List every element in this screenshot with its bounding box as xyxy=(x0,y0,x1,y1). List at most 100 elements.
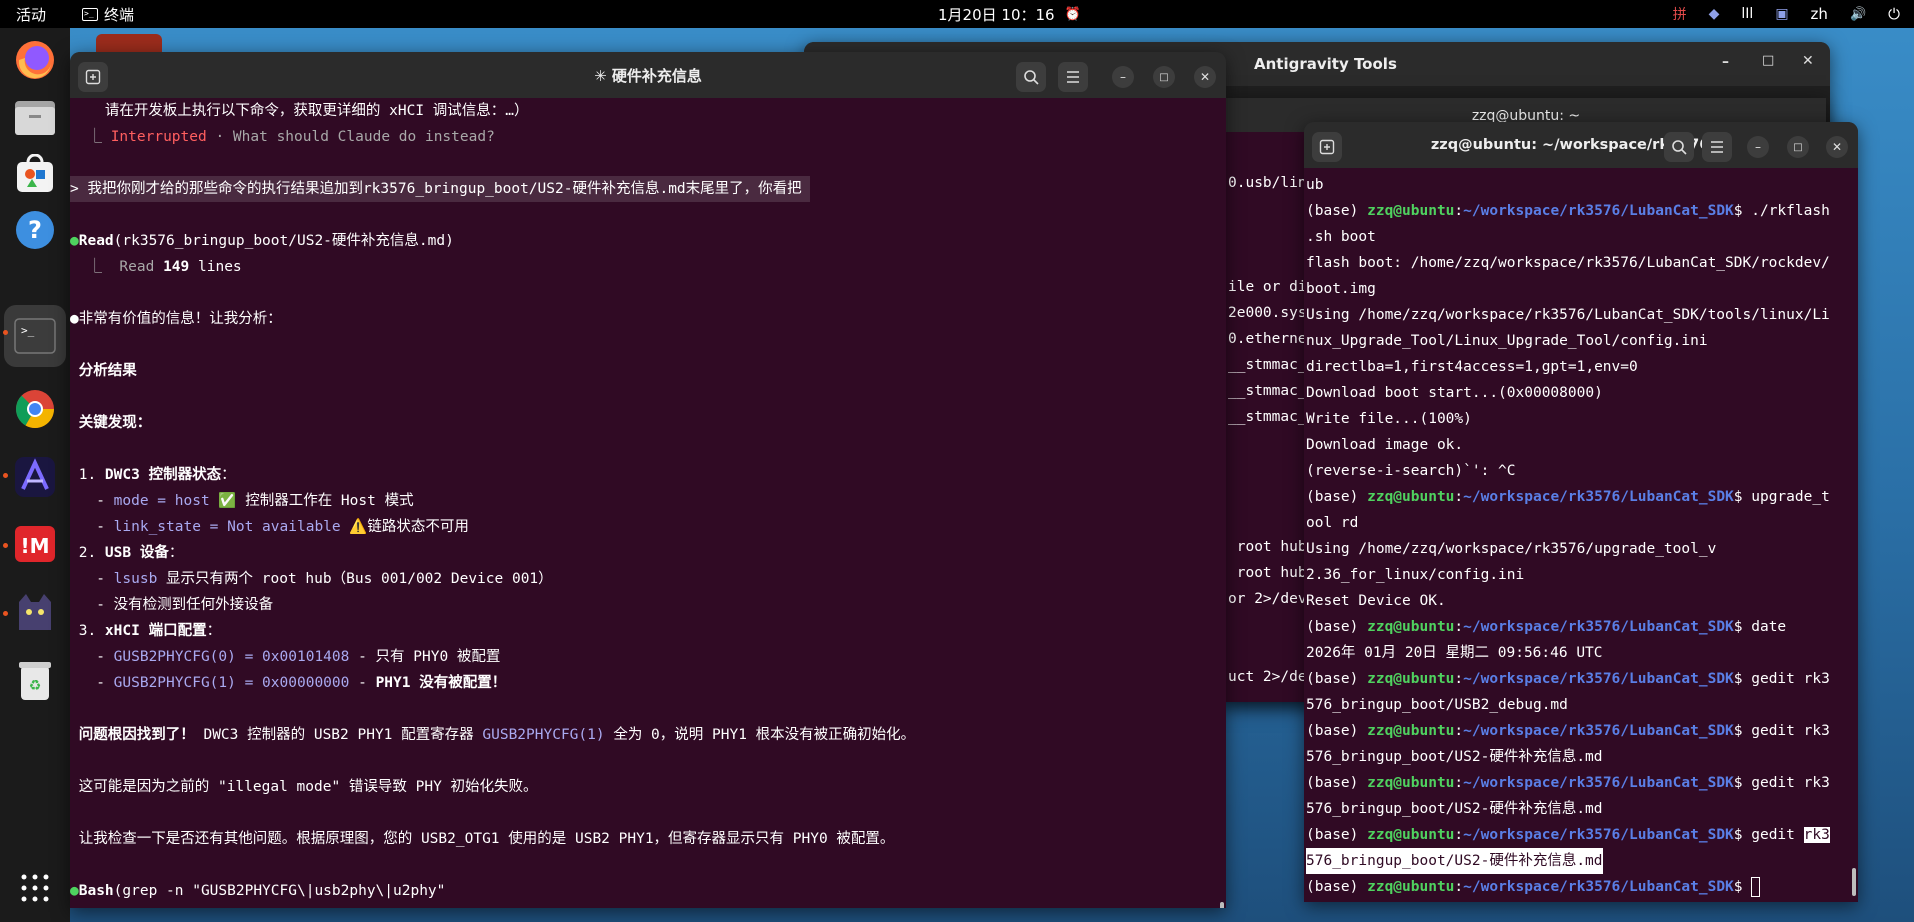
bg-line: uct 2>/de xyxy=(1228,669,1306,685)
close-button[interactable]: ✕ xyxy=(1826,136,1848,158)
minimize-icon[interactable]: – xyxy=(1722,54,1729,70)
search-button[interactable] xyxy=(1664,132,1694,162)
output-line: Download boot start...(0x00008000) xyxy=(1306,385,1603,401)
menu-button[interactable] xyxy=(1058,62,1088,92)
tool-call-bash: ●Bash(grep -n "GUSB2PHYCFG\|usb2phy\|u2p… xyxy=(70,883,446,899)
menu-button[interactable] xyxy=(1702,132,1732,162)
list-item: - mode = host ✅ 控制器工作在 Host 模式 xyxy=(70,493,414,509)
status-dot-icon: ● xyxy=(70,311,79,327)
output-line: 2.36_for_linux/config.ini xyxy=(1306,567,1525,583)
svg-text:?: ? xyxy=(28,216,42,244)
output-line: Using /home/zzq/workspace/rk3576/LubanCa… xyxy=(1306,307,1830,323)
selected-text[interactable]: 576_bringup_boot/US2-硬件补充信息.md xyxy=(1306,848,1603,874)
paragraph-line: 让我检查一下是否还有其他问题。根据原理图，您的 USB2_OTG1 使用的是 U… xyxy=(70,831,895,847)
list-item: 3. xHCI 端口配置： xyxy=(70,623,222,639)
running-indicator xyxy=(3,473,8,478)
output-line: Download image ok. xyxy=(1306,437,1464,453)
maximize-icon: □ xyxy=(1793,141,1803,153)
antigravity-icon[interactable] xyxy=(11,453,59,501)
list-item: - link_state = Not available ⚠️链路状态不可用 xyxy=(70,519,469,535)
output-line: 576_bringup_boot/US2-硬件补充信息.md xyxy=(1306,801,1603,817)
running-indicator xyxy=(3,543,8,548)
activities-button[interactable]: 活动 xyxy=(16,0,46,28)
bg-line: 0.usb/lin xyxy=(1228,175,1306,191)
bg-line: root hub xyxy=(1228,565,1306,581)
software-center-icon[interactable] xyxy=(11,150,59,198)
input-method-red-icon[interactable]: 拼 xyxy=(1673,4,1687,24)
list-item: - 没有检测到任何外接设备 xyxy=(70,597,274,613)
output-line: 576_bringup_boot/USB2_debug.md xyxy=(1306,697,1568,713)
hamburger-icon xyxy=(1067,71,1079,83)
tool-result-line: ⎿ Read 149 lines xyxy=(70,259,242,275)
prompt-line: (base) zzq@ubuntu:~/workspace/rk3576/Lub… xyxy=(1306,874,1761,900)
alarm-icon: ⏰ xyxy=(1064,6,1081,22)
system-tray[interactable]: 拼 ◆ lIl ▣ zh 🔊 ⏻ xyxy=(1673,0,1900,28)
sdk-terminal-window[interactable]: zzq@ubuntu: ~/workspace/rk3576/... – □ ✕… xyxy=(1304,122,1858,902)
help-icon[interactable]: ? xyxy=(11,206,59,254)
prompt-line: (base) zzq@ubuntu:~/workspace/rk3576/Lub… xyxy=(1306,827,1830,843)
terminal-icon[interactable]: >_ xyxy=(11,312,59,360)
new-tab-button[interactable] xyxy=(1312,132,1342,162)
prompt-line: (base) zzq@ubuntu:~/workspace/rk3576/Lub… xyxy=(1306,619,1787,635)
tool-call-read: ●Read(rk3576_bringup_boot/US2-硬件补充信息.md) xyxy=(70,233,454,249)
svg-text:♻: ♻ xyxy=(29,678,42,694)
close-icon[interactable]: ✕ xyxy=(1802,53,1814,69)
minimize-button[interactable]: – xyxy=(1112,66,1134,88)
bg-line: root hub xyxy=(1228,539,1306,555)
scrollbar[interactable] xyxy=(1852,868,1856,896)
bg-line: __stmmac_ xyxy=(1228,357,1306,373)
cat-icon[interactable]: ▣ xyxy=(1775,6,1788,22)
heading-analysis: 分析结果 xyxy=(70,363,137,379)
running-indicator xyxy=(3,611,8,616)
bars-icon[interactable]: lIl xyxy=(1741,6,1753,22)
output-line: directlba=1,first4access=1,gpt=1,env=0 xyxy=(1306,359,1638,375)
chrome-icon[interactable] xyxy=(11,385,59,433)
maximize-icon[interactable]: □ xyxy=(1762,53,1774,68)
output-line: 2026年 01月 20日 星期二 09:56:46 UTC xyxy=(1306,645,1603,661)
trash-icon[interactable]: ♻ xyxy=(11,656,59,704)
search-icon xyxy=(1024,70,1039,85)
selected-text[interactable]: rk3 xyxy=(1803,827,1830,843)
output-line: Write file...(100%) xyxy=(1306,411,1472,427)
minimize-button[interactable]: – xyxy=(1747,136,1769,158)
close-button[interactable]: ✕ xyxy=(1194,66,1216,88)
claude-terminal-window[interactable]: ✳ 硬件补充信息 – □ ✕ 请在开发板上执行以下命令，获取更详细的 xHCI … xyxy=(70,52,1226,908)
heading-findings: 关键发现： xyxy=(70,415,152,431)
interrupted-line: ⎿ Interrupted · What should Claude do in… xyxy=(70,129,495,145)
sdk-terminal-output[interactable]: ub (base) zzq@ubuntu:~/workspace/rk3576/… xyxy=(1304,168,1858,902)
maximize-button[interactable]: □ xyxy=(1153,66,1175,88)
show-apps-grid-icon[interactable] xyxy=(11,864,59,912)
search-button[interactable] xyxy=(1016,62,1046,92)
shield-icon[interactable]: ◆ xyxy=(1709,6,1720,22)
claude-terminal-titlebar[interactable]: ✳ 硬件补充信息 xyxy=(70,52,1226,98)
new-tab-button[interactable] xyxy=(78,62,108,92)
output-line: Reset Device OK. xyxy=(1306,593,1446,609)
output-line: nux_Upgrade_Tool/Linux_Upgrade_Tool/conf… xyxy=(1306,333,1708,349)
sdk-terminal-titlebar[interactable]: zzq@ubuntu: ~/workspace/rk3576/... xyxy=(1304,122,1858,168)
volume-icon[interactable]: 🔊 xyxy=(1850,7,1866,22)
prompt-line: (base) zzq@ubuntu:~/workspace/rk3576/Lub… xyxy=(1306,775,1830,791)
text-cursor xyxy=(1751,877,1761,897)
app-red-icon[interactable]: !M xyxy=(11,520,59,568)
cat-app-icon[interactable] xyxy=(11,588,59,636)
scrollbar[interactable] xyxy=(1220,902,1224,908)
power-icon[interactable]: ⏻ xyxy=(1888,5,1900,23)
maximize-button[interactable]: □ xyxy=(1787,136,1809,158)
clock[interactable]: 1月20日 10：16 ⏰ xyxy=(938,0,1081,28)
svg-text:!M: !M xyxy=(20,534,49,558)
minimize-icon: – xyxy=(1755,140,1761,154)
assistant-line: ●非常有价值的信息！让我分析： xyxy=(70,311,282,327)
output-line: boot.img xyxy=(1306,281,1376,297)
claude-terminal-output[interactable]: 请在开发板上执行以下命令，获取更详细的 xHCI 调试信息：…） ⎿ Inter… xyxy=(70,98,1226,908)
list-item: - GUSB2PHYCFG(1) = 0x00000000 - PHY1 没有被… xyxy=(70,675,507,691)
input-method-label[interactable]: zh xyxy=(1811,5,1828,23)
files-icon[interactable] xyxy=(11,93,59,141)
list-item: 2. USB 设备： xyxy=(70,545,184,561)
prompt-line: (base) zzq@ubuntu:~/workspace/rk3576/Lub… xyxy=(1306,489,1830,505)
output-line: ub xyxy=(1306,177,1324,193)
hamburger-icon xyxy=(1711,141,1723,153)
prompt-line: (base) zzq@ubuntu:~/workspace/rk3576/Lub… xyxy=(1306,671,1830,687)
firefox-icon[interactable] xyxy=(11,36,59,84)
output-line: Using /home/zzq/workspace/rk3576/upgrade… xyxy=(1306,541,1717,557)
app-menu-terminal[interactable]: >_ 终端 xyxy=(82,0,134,28)
